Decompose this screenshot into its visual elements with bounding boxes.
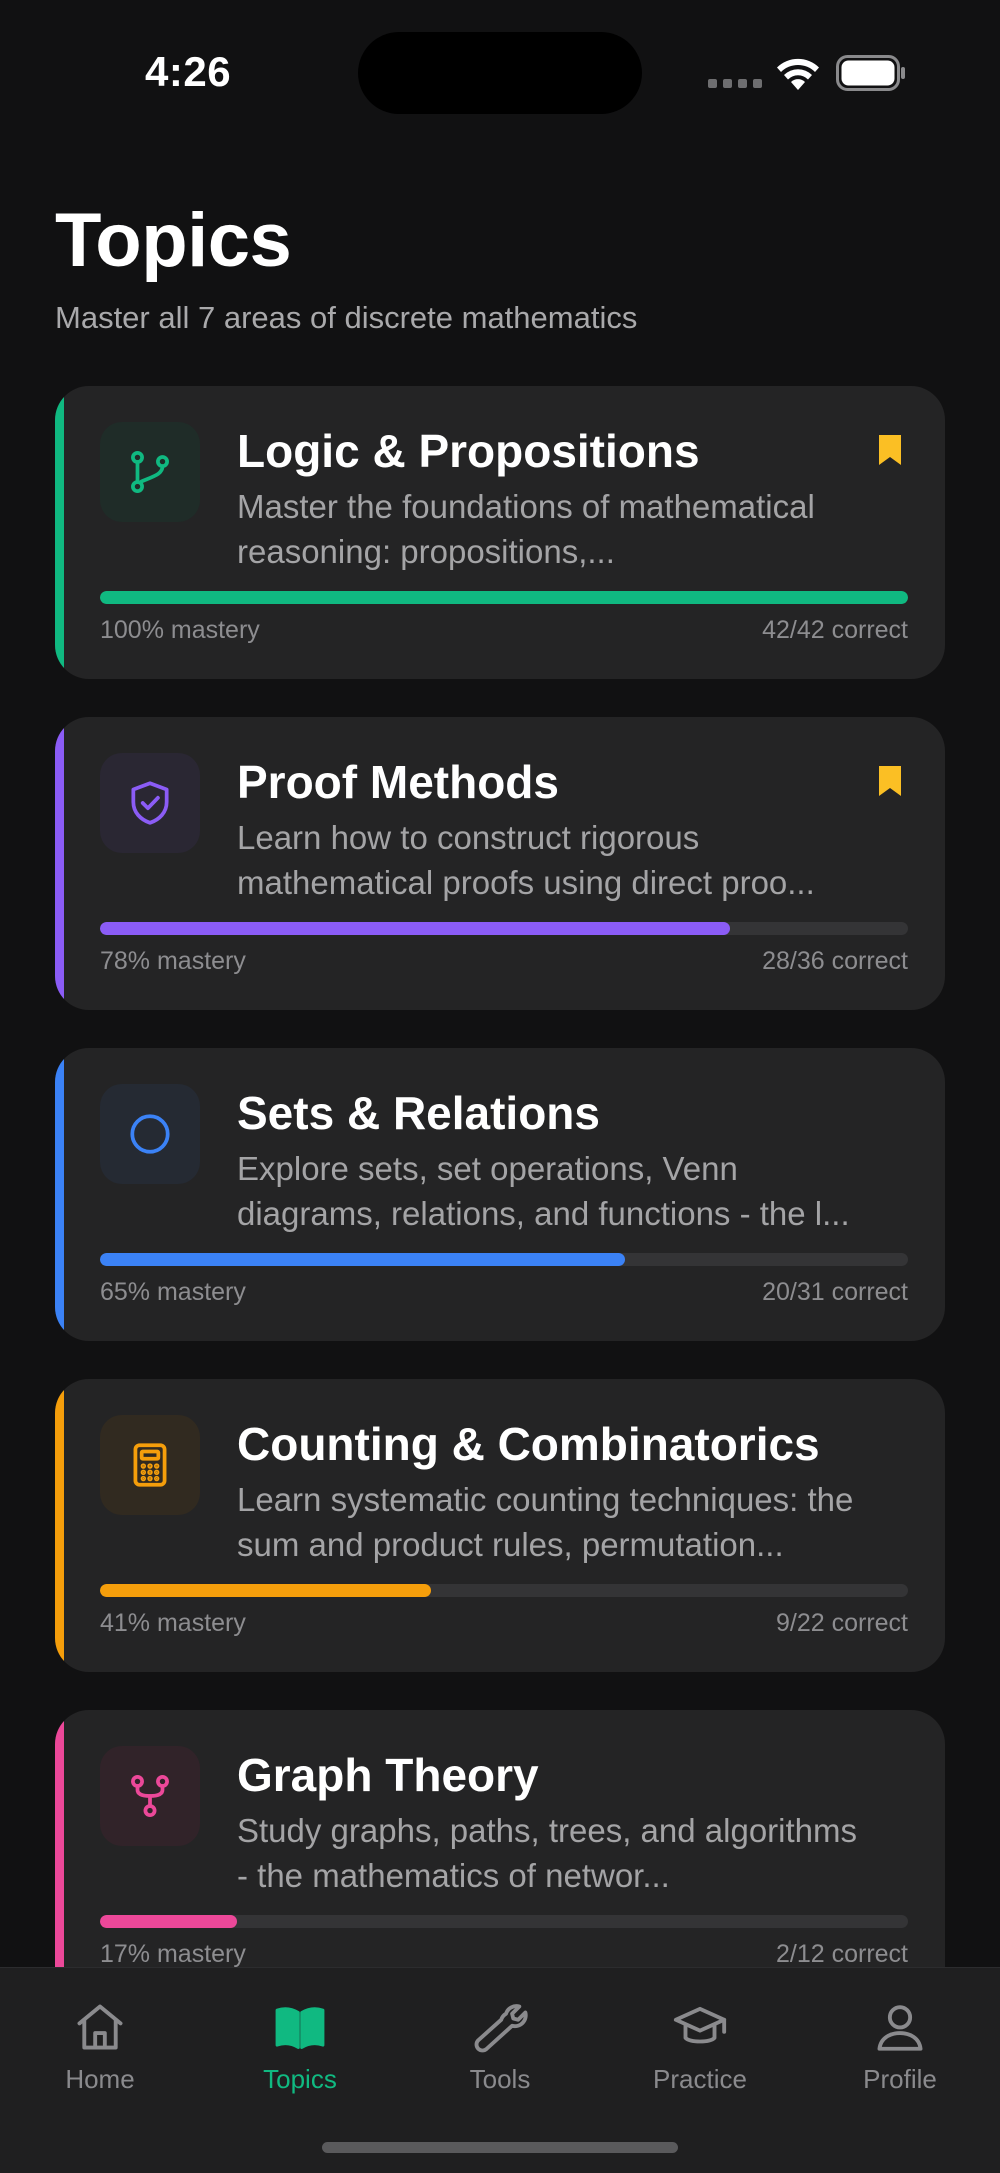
mastery-label: 41% mastery xyxy=(100,1609,246,1637)
card-icon-container xyxy=(100,1415,200,1515)
tab-topics[interactable]: Topics xyxy=(200,1968,400,2118)
user-icon xyxy=(877,2005,923,2051)
status-time: 4:26 xyxy=(145,48,232,95)
page-title: Topics xyxy=(55,198,292,283)
mastery-progress-bar xyxy=(100,1584,908,1597)
topic-card-graph-theory[interactable]: Graph Theory Study graphs, paths, trees,… xyxy=(55,1710,945,2003)
bookmark-icon[interactable] xyxy=(877,433,903,467)
correct-count: 42/42 correct xyxy=(762,616,908,644)
card-accent-bar xyxy=(55,1048,64,1341)
topic-card-counting-combinatorics[interactable]: Counting & Combinatorics Learn systemati… xyxy=(55,1379,945,1672)
mastery-label: 78% mastery xyxy=(100,947,246,975)
topic-description: Explore sets, set operations, Venn diagr… xyxy=(237,1150,850,1232)
tab-label: Profile xyxy=(863,2064,937,2094)
card-accent-bar xyxy=(55,1379,64,1672)
git-branch-icon xyxy=(131,450,169,494)
correct-count: 9/22 correct xyxy=(775,1609,908,1637)
mastery-progress-fill xyxy=(100,1253,626,1266)
shield-check-icon xyxy=(131,781,169,825)
wifi-icon xyxy=(777,58,819,90)
topic-title: Proof Methods xyxy=(237,756,559,808)
topic-title: Counting & Combinatorics xyxy=(237,1418,820,1470)
mastery-progress-fill xyxy=(100,1915,238,1928)
mastery-progress-bar xyxy=(100,1253,908,1266)
topic-description: Study graphs, paths, trees, and algorith… xyxy=(237,1812,858,1894)
mastery-label: 65% mastery xyxy=(100,1278,246,1306)
tab-label: Home xyxy=(65,2064,135,2094)
book-open-icon xyxy=(275,2007,325,2049)
wrench-icon xyxy=(474,2004,528,2053)
correct-count: 20/31 correct xyxy=(762,1278,908,1306)
topic-card-sets-relations[interactable]: Sets & Relations Explore sets, set opera… xyxy=(55,1048,945,1341)
tab-profile[interactable]: Profile xyxy=(800,1968,1000,2118)
status-bar: 4:26 xyxy=(0,0,1000,140)
card-accent-bar xyxy=(55,1710,64,2003)
mastery-progress-fill xyxy=(100,922,731,935)
topic-description: Learn systematic counting techniques: th… xyxy=(237,1481,854,1563)
page-subtitle: Master all 7 areas of discrete mathemati… xyxy=(55,300,638,335)
page-header: Topics Master all 7 areas of discrete ma… xyxy=(55,196,637,336)
graph-fork-icon xyxy=(131,1774,169,1818)
circle-icon xyxy=(130,1114,170,1154)
card-icon-container xyxy=(100,1746,200,1846)
topic-title: Graph Theory xyxy=(237,1749,539,1801)
topic-description: Master the foundations of mathematical r… xyxy=(237,488,815,570)
mastery-progress-bar xyxy=(100,1915,908,1928)
cellular-signal-icon xyxy=(708,79,762,88)
tab-label: Tools xyxy=(469,2064,531,2094)
mastery-progress-fill xyxy=(100,1584,432,1597)
mastery-progress-bar xyxy=(100,922,908,935)
battery-icon xyxy=(836,55,905,91)
topic-card-proof-methods[interactable]: Proof Methods Learn how to construct rig… xyxy=(55,717,945,1010)
card-icon-container xyxy=(100,1084,200,1184)
calculator-icon xyxy=(133,1443,167,1487)
mastery-progress-bar xyxy=(100,591,908,604)
topic-card-logic[interactable]: Logic & Propositions Master the foundati… xyxy=(55,386,945,679)
topic-title: Logic & Propositions xyxy=(237,425,700,477)
dynamic-island xyxy=(358,32,642,114)
correct-count: 28/36 correct xyxy=(762,947,908,975)
topic-title: Sets & Relations xyxy=(237,1087,600,1139)
tab-label: Practice xyxy=(653,2064,747,2094)
tab-label: Topics xyxy=(263,2064,337,2094)
tab-practice[interactable]: Practice xyxy=(600,1968,800,2118)
card-accent-bar xyxy=(55,717,64,1010)
card-accent-bar xyxy=(55,386,64,679)
mastery-label: 17% mastery xyxy=(100,1940,246,1968)
home-icon xyxy=(77,2004,123,2050)
bookmark-icon[interactable] xyxy=(877,764,903,798)
mastery-label: 100% mastery xyxy=(100,616,260,644)
tab-home[interactable]: Home xyxy=(0,1968,200,2118)
home-indicator xyxy=(322,2142,678,2153)
tab-tools[interactable]: Tools xyxy=(400,1968,600,2118)
card-icon-container xyxy=(100,422,200,522)
mastery-progress-fill xyxy=(100,591,908,604)
card-icon-container xyxy=(100,753,200,853)
correct-count: 2/12 correct xyxy=(775,1940,908,1968)
graduation-cap-icon xyxy=(673,2006,727,2044)
topic-description: Learn how to construct rigorous mathemat… xyxy=(237,819,815,901)
